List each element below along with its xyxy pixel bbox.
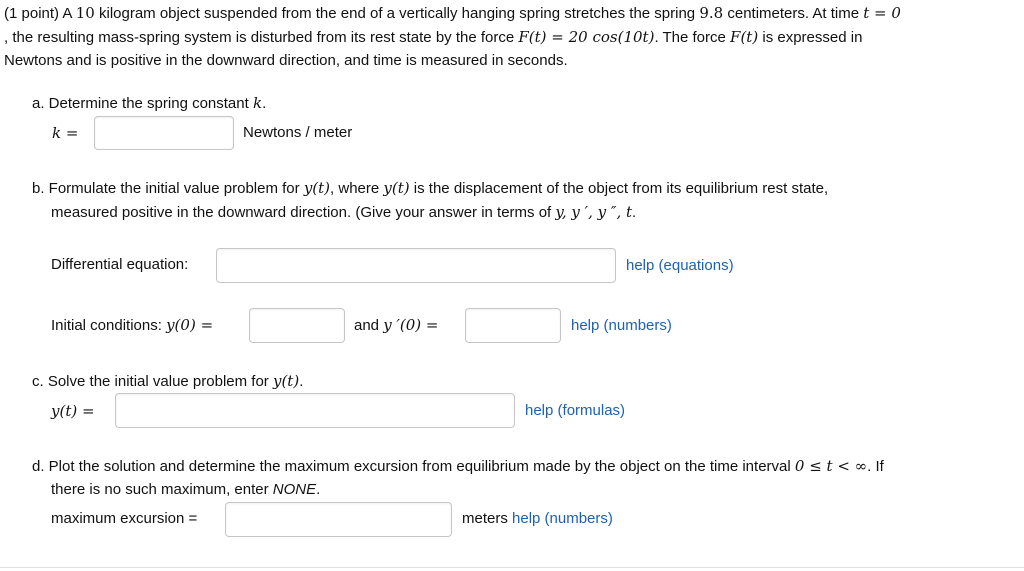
initial-conditions-label: Initial conditions: y(0) =	[51, 316, 213, 334]
part-c-period: .	[299, 373, 304, 390]
intro-text: (1 point) A	[4, 5, 72, 22]
maximum-excursion-units: meters help (numbers)	[462, 510, 613, 527]
part-c-prompt: c. Solve the initial value problem for y…	[32, 372, 303, 390]
intro-text: Newtons and is positive in the downward …	[4, 52, 568, 69]
y-prime-zero-math: y ′(0) =	[383, 316, 439, 334]
maximum-excursion-label: maximum excursion =	[51, 510, 198, 527]
differential-equation-input[interactable]	[216, 248, 616, 283]
help-numbers-link[interactable]: help (numbers)	[512, 510, 613, 527]
problem-intro-line-2: , the resulting mass-spring system is di…	[4, 28, 862, 46]
none-keyword: NONE	[272, 481, 317, 498]
maximum-excursion-input[interactable]	[225, 502, 452, 537]
part-b-text: , where	[330, 180, 380, 197]
y-of-t-math: y(t)	[272, 372, 300, 390]
part-a-period: .	[262, 95, 267, 112]
intro-text: , the resulting mass-spring system is di…	[4, 29, 515, 46]
part-b-prompt-line-2: measured positive in the downward direct…	[51, 203, 636, 221]
time-zero-math: t = 0	[863, 4, 901, 22]
y-zero-math: y(0) =	[166, 316, 214, 334]
intro-text: centimeters. At time	[727, 5, 860, 22]
solution-label: y(t) =	[51, 402, 95, 420]
help-equations-link[interactable]: help (equations)	[626, 257, 734, 274]
differential-equation-label: Differential equation:	[51, 256, 189, 273]
spring-constant-input[interactable]	[94, 116, 234, 150]
spring-constant-label: k =	[52, 124, 79, 142]
help-numbers-link[interactable]: help (numbers)	[571, 317, 672, 334]
problem-intro-line-1: (1 point) A 10 kilogram object suspended…	[4, 4, 901, 22]
part-d-prompt-line-1: d. Plot the solution and determine the m…	[32, 457, 884, 475]
part-b-text: b. Formulate the initial value problem f…	[32, 180, 300, 197]
initial-velocity-label: and y ′(0) =	[354, 316, 438, 334]
part-d-text: . If	[867, 458, 884, 475]
bottom-divider	[0, 567, 1024, 568]
part-b-period: .	[632, 204, 637, 221]
intro-text: . The force	[654, 29, 726, 46]
spring-constant-units: Newtons / meter	[243, 124, 353, 141]
and-text: and	[354, 317, 380, 334]
intro-text: kilogram object suspended from the end o…	[98, 5, 696, 22]
help-formulas-link[interactable]: help (formulas)	[525, 402, 625, 419]
intro-text: is expressed in	[762, 29, 863, 46]
mass-value: 10	[75, 4, 95, 22]
initial-position-input[interactable]	[249, 308, 345, 343]
part-d-text: there is no such maximum, enter	[51, 481, 269, 498]
part-a-prompt: a. Determine the spring constant k.	[32, 94, 266, 112]
part-d-period: .	[316, 481, 321, 498]
initial-velocity-input[interactable]	[465, 308, 561, 343]
part-b-prompt-line-1: b. Formulate the initial value problem f…	[32, 179, 828, 197]
meters-units: meters	[462, 510, 508, 527]
answer-terms-math: y, y ′, y ″, t	[555, 203, 633, 221]
part-a-text: a. Determine the spring constant	[32, 95, 249, 112]
stretch-value: 9.8	[699, 4, 724, 22]
y-of-t-math: y(t)	[383, 179, 410, 197]
part-b-text: measured positive in the downward direct…	[51, 204, 552, 221]
time-interval-math: 0 ≤ t < ∞	[794, 457, 868, 475]
part-d-prompt-line-2: there is no such maximum, enter NONE.	[51, 481, 320, 498]
y-of-t-math: y(t)	[303, 179, 331, 197]
spring-constant-var: k	[252, 94, 263, 112]
part-c-text: c. Solve the initial value problem for	[32, 373, 269, 390]
part-b-text: is the displacement of the object from i…	[413, 180, 829, 197]
force-name-math: F(t)	[730, 28, 759, 46]
part-d-text: d. Plot the solution and determine the m…	[32, 458, 791, 475]
force-expression-math: F(t) = 20 cos(10t)	[518, 28, 655, 46]
initial-conditions-text: Initial conditions:	[51, 317, 162, 334]
solution-input[interactable]	[115, 393, 515, 428]
problem-intro-line-3: Newtons and is positive in the downward …	[4, 52, 568, 69]
